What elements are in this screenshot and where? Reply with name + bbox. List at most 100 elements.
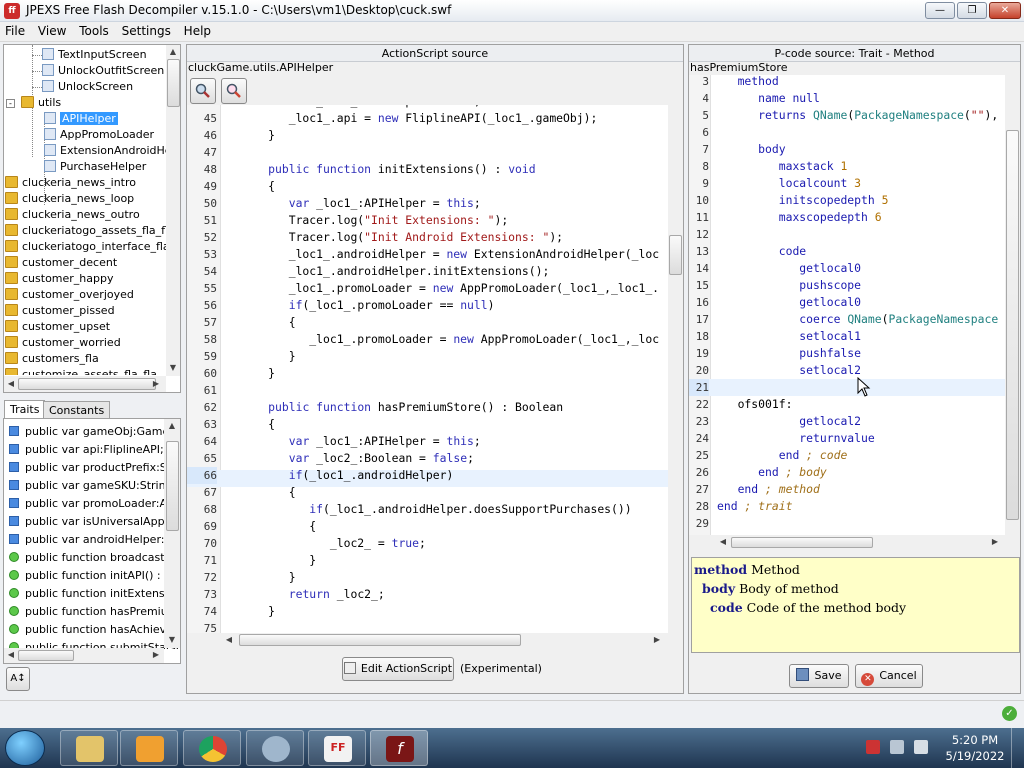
tab-constants[interactable]: Constants xyxy=(43,401,111,419)
menu-file[interactable]: File xyxy=(0,22,29,38)
line-number: 18 xyxy=(695,330,709,343)
pcode-editor[interactable]: 3 method 4 name null 5 returns QName(Packa… xyxy=(689,75,1005,535)
minimize-button[interactable]: — xyxy=(925,2,955,19)
scroll-thumb[interactable] xyxy=(167,59,180,107)
scroll-right-icon[interactable]: ▶ xyxy=(651,635,663,644)
scroll-right-icon[interactable]: ▶ xyxy=(989,537,1001,546)
start-button[interactable] xyxy=(5,730,45,766)
tree-item[interactable]: AppPromoLoader xyxy=(44,127,154,143)
taskbar-explorer[interactable] xyxy=(60,730,118,766)
deobfuscate-icon[interactable] xyxy=(221,78,247,104)
trait-item[interactable]: public function hasAchievem xyxy=(9,621,180,639)
trait-item[interactable]: public var productPrefix:Stri xyxy=(9,459,179,477)
tree-item[interactable]: UnlockOutfitScreen xyxy=(42,63,164,79)
edit-actionscript-button[interactable]: Edit ActionScript xyxy=(342,657,454,681)
scroll-right-icon[interactable]: ▶ xyxy=(150,650,162,659)
tree-item[interactable]: customer_pissed xyxy=(5,303,115,319)
collapse-icon[interactable]: - xyxy=(6,99,15,108)
trait-item[interactable]: public var api:FliplineAPI; xyxy=(9,441,164,459)
pcode-hscrollbar[interactable]: ◀ ▶ xyxy=(689,535,1005,550)
trait-item[interactable]: public function initAPI() : vo xyxy=(9,567,177,585)
close-button[interactable]: ✕ xyxy=(989,2,1021,19)
volume-icon[interactable] xyxy=(914,740,928,754)
network-icon[interactable] xyxy=(890,740,904,754)
scroll-up-icon[interactable]: ▲ xyxy=(166,421,178,430)
scroll-thumb[interactable] xyxy=(731,537,873,548)
trait-item[interactable]: public var isUniversalApp:Bo xyxy=(9,513,180,531)
trait-item[interactable]: public var androidHelper:Ext xyxy=(9,531,180,549)
tree-folder-utils[interactable]: - utils xyxy=(6,95,61,111)
scroll-thumb[interactable] xyxy=(166,441,179,531)
clock-date[interactable]: 5/19/2022 xyxy=(944,749,1006,763)
menu-settings[interactable]: Settings xyxy=(117,22,175,38)
trait-item[interactable]: public var gameObj:GameMc xyxy=(9,423,180,441)
taskbar-media-player[interactable] xyxy=(120,730,178,766)
scroll-thumb[interactable] xyxy=(239,634,521,646)
maximize-button[interactable]: ❐ xyxy=(957,2,987,19)
trait-item[interactable]: public function broadcastEv xyxy=(9,549,178,567)
menu-view[interactable]: View xyxy=(33,22,70,38)
taskbar-chrome[interactable] xyxy=(183,730,241,766)
traits-hscrollbar[interactable]: ◀ ▶ xyxy=(4,648,164,663)
scroll-thumb[interactable] xyxy=(18,378,156,390)
tree-item[interactable]: customers_fla xyxy=(5,351,99,367)
code-line: var _loc1_:APIHelper = this; xyxy=(288,196,481,210)
traits-vscrollbar[interactable]: ▲ ▼ xyxy=(164,419,180,648)
sort-az-icon[interactable]: A↕ xyxy=(6,667,30,691)
tree-item[interactable]: cluckeria_news_intro xyxy=(5,175,136,191)
scroll-right-icon[interactable]: ▶ xyxy=(150,379,162,388)
tree-item[interactable]: UnlockScreen xyxy=(42,79,133,95)
action-center-icon[interactable] xyxy=(866,740,880,754)
tree-item[interactable]: PurchaseHelper xyxy=(44,159,146,175)
line-number: 72 xyxy=(203,571,217,584)
tree-item[interactable]: TextInputScreen xyxy=(42,47,147,63)
scroll-left-icon[interactable]: ◀ xyxy=(223,635,235,644)
tree-item[interactable]: cluckeriatogo_assets_fla_fla xyxy=(5,223,175,239)
scroll-left-icon[interactable]: ◀ xyxy=(5,379,17,388)
taskbar-flash[interactable]: f xyxy=(370,730,428,766)
scroll-thumb[interactable] xyxy=(18,650,74,661)
tree-item[interactable]: cluckeriatogo_interface_fla_f xyxy=(5,239,179,255)
tree-item[interactable]: customer_happy xyxy=(5,271,114,287)
clock-time[interactable]: 5:20 PM xyxy=(944,733,1006,747)
scroll-thumb[interactable] xyxy=(1006,130,1019,520)
scroll-down-icon[interactable]: ▼ xyxy=(167,363,179,372)
menu-tools[interactable]: Tools xyxy=(74,22,113,38)
scroll-up-icon[interactable]: ▲ xyxy=(167,47,179,56)
tree-vscrollbar[interactable]: ▲ ▼ xyxy=(166,45,180,376)
editor-hscrollbar[interactable]: ◀ ▶ xyxy=(221,633,668,647)
tree-item[interactable]: ExtensionAndroidHelp xyxy=(44,143,180,159)
pcode-vscrollbar[interactable] xyxy=(1005,75,1020,535)
trait-item[interactable]: public var gameSKU:String = xyxy=(9,477,180,495)
trait-item[interactable]: public var promoLoader:App xyxy=(9,495,180,513)
tree-item[interactable]: cluckeria_news_outro xyxy=(5,207,140,223)
trait-item[interactable]: public function initExtension xyxy=(9,585,180,603)
tree-item[interactable]: customer_decent xyxy=(5,255,117,271)
scroll-down-icon[interactable]: ▼ xyxy=(166,635,178,644)
tree-item[interactable]: customize_assets_fla_fla xyxy=(5,367,157,375)
taskbar-ffdec[interactable]: FF xyxy=(308,730,366,766)
tree-item[interactable]: cluckeria_news_loop xyxy=(5,191,134,207)
show-desktop-button[interactable] xyxy=(1011,728,1024,768)
class-file-icon xyxy=(42,48,54,60)
editor-vscrollbar[interactable] xyxy=(668,105,683,633)
trait-item[interactable]: public function hasPremiumS xyxy=(9,603,180,621)
tree-item-selected[interactable]: APIHelper xyxy=(44,111,118,127)
save-button[interactable]: Save xyxy=(789,664,849,688)
tab-traits[interactable]: Traits xyxy=(4,400,46,419)
actionscript-editor[interactable]: 44 var _loc1_:APIHelper = this;45 _loc1_… xyxy=(187,105,668,633)
scroll-left-icon[interactable]: ◀ xyxy=(5,650,17,659)
line-number: 49 xyxy=(203,180,217,193)
tree-hscrollbar[interactable]: ◀ ▶ xyxy=(4,376,166,392)
tree-item[interactable]: customer_upset xyxy=(5,319,110,335)
cancel-button[interactable]: ✕ Cancel xyxy=(855,664,923,688)
taskbar-app[interactable] xyxy=(246,730,304,766)
menu-help[interactable]: Help xyxy=(179,22,215,38)
code-line: { xyxy=(227,519,317,533)
class-file-icon xyxy=(44,112,56,124)
scroll-left-icon[interactable]: ◀ xyxy=(717,537,729,546)
tree-item[interactable]: customer_overjoyed xyxy=(5,287,134,303)
scroll-thumb[interactable] xyxy=(669,235,682,275)
search-code-icon[interactable] xyxy=(190,78,216,104)
tree-item[interactable]: customer_worried xyxy=(5,335,121,351)
